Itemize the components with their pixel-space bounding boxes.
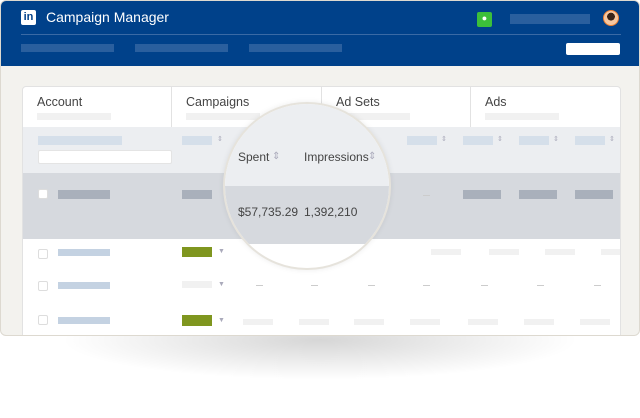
nav-item-1[interactable] <box>21 44 114 52</box>
row-checkbox[interactable] <box>38 315 48 325</box>
filter-input[interactable] <box>38 150 172 164</box>
total-impressions: 1,392,210 <box>304 205 358 219</box>
status-toggle-on[interactable] <box>182 315 212 326</box>
linkedin-logo: in <box>21 10 36 25</box>
campaign-link[interactable] <box>58 282 110 289</box>
campaign-link[interactable] <box>58 249 110 256</box>
account-name-placeholder[interactable] <box>510 14 590 24</box>
divider <box>21 34 621 35</box>
app-window: in Campaign Manager ● Account Campaigns … <box>0 0 640 336</box>
column-header-spent[interactable]: Spent <box>238 150 269 164</box>
sort-icon[interactable]: ⇕ <box>272 151 280 162</box>
row-checkbox[interactable] <box>38 281 48 291</box>
nav-item-2[interactable] <box>135 44 228 52</box>
magnifier: Spent ⇕ Impressions ⇕ $57,735.29 1,392,2… <box>223 102 391 270</box>
tab-label: Ads <box>485 95 507 109</box>
tab-ads[interactable]: Ads <box>471 87 620 127</box>
status-toggle-on[interactable] <box>182 247 212 257</box>
app-title: Campaign Manager <box>46 9 169 25</box>
campaign-link[interactable] <box>58 317 110 324</box>
tab-account[interactable]: Account <box>23 87 172 127</box>
avatar[interactable] <box>603 10 619 26</box>
create-button[interactable] <box>566 43 620 55</box>
nav-item-3[interactable] <box>249 44 342 52</box>
total-spent: $57,735.29 <box>238 205 299 219</box>
status-toggle-off[interactable] <box>182 281 212 288</box>
plexus-icon[interactable]: ● <box>477 12 492 27</box>
top-nav: in Campaign Manager ● <box>1 1 639 66</box>
column-header-impressions[interactable]: Impressions <box>304 150 369 164</box>
tab-label: Account <box>37 95 83 109</box>
sort-icon[interactable]: ⇕ <box>368 151 376 162</box>
select-all-checkbox[interactable] <box>38 189 48 199</box>
row-checkbox[interactable] <box>38 249 48 259</box>
